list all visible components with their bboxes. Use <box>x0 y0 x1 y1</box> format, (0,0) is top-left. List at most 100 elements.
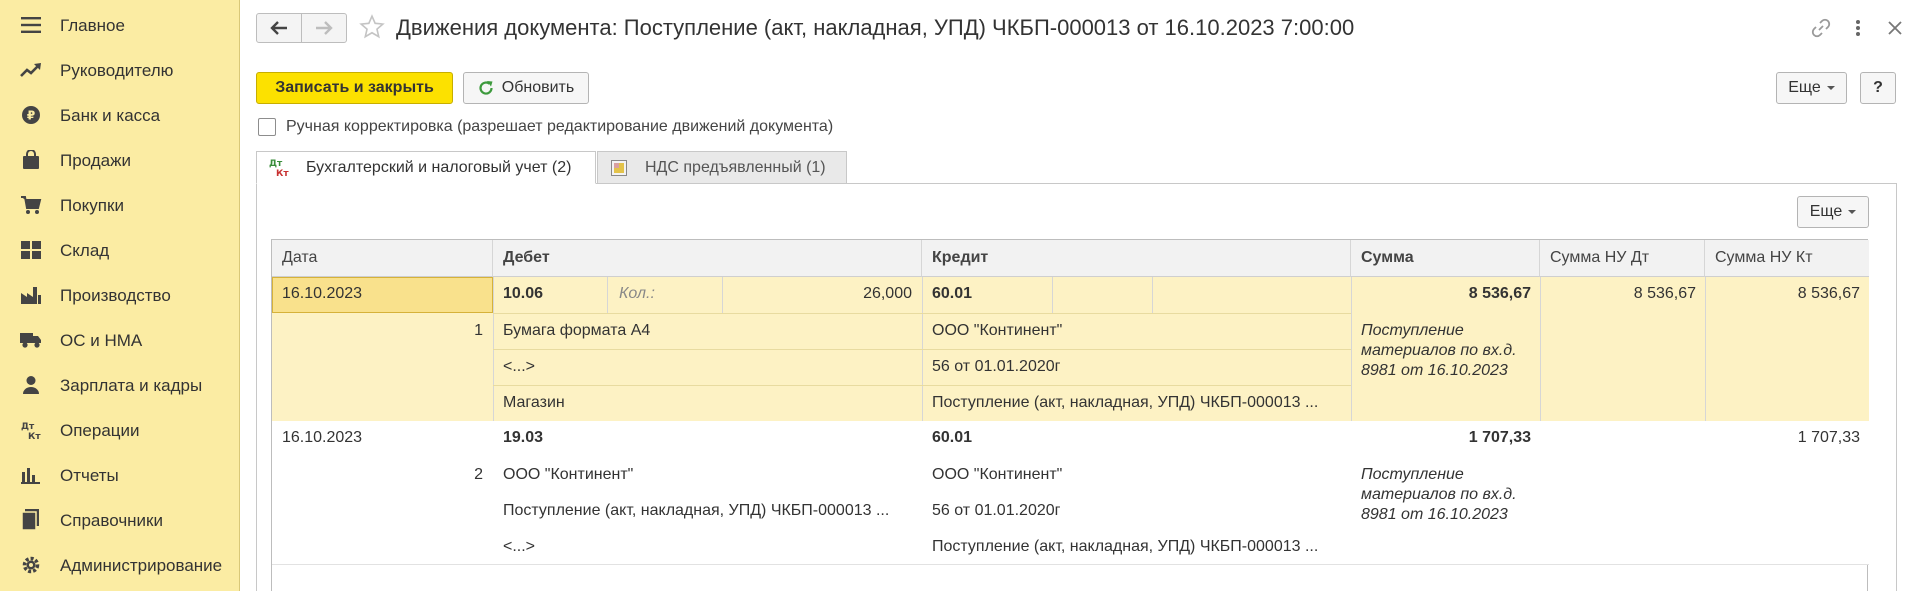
manual-correction-checkbox[interactable] <box>258 118 276 136</box>
dt-kt-icon: ДтКт <box>20 419 42 441</box>
refresh-button-label: Обновить <box>501 79 575 96</box>
sidebar-item-label: Склад <box>60 240 110 260</box>
table-row[interactable]: 16.10.2023 1 10.06 Кол.: 26,000 Бумага ф… <box>272 277 1869 421</box>
sidebar-item-production[interactable]: Производство <box>0 273 240 318</box>
sidebar-item-operations[interactable]: Дт Кт Операции <box>0 408 240 453</box>
tab-label: НДС предъявленный (1) <box>645 158 826 176</box>
forward-button[interactable] <box>301 13 347 43</box>
menu-icon <box>20 14 42 36</box>
sidebar-item-warehouse[interactable]: Склад <box>0 228 240 273</box>
credit-subconto-1: ООО "Континент" <box>932 322 1063 339</box>
sidebar-item-directories[interactable]: Справочники <box>0 498 240 543</box>
sidebar-item-label: Отчеты <box>60 465 119 485</box>
row-amount: 1 707,33 <box>1468 429 1531 446</box>
debit-account: 10.06 <box>503 285 544 302</box>
row-nu-kt: 1 707,33 <box>1797 429 1860 446</box>
table-more-label: Еще <box>1809 203 1843 220</box>
books-icon <box>20 509 42 531</box>
more-actions-button[interactable]: Еще <box>1776 72 1847 104</box>
more-vertical-icon[interactable] <box>1846 16 1870 40</box>
qty-value: 26,000 <box>863 285 912 302</box>
cart-icon <box>20 194 42 216</box>
bar-chart-icon <box>20 464 42 486</box>
svg-text:Кт: Кт <box>28 432 41 440</box>
debit-subconto-2: <...> <box>503 358 536 375</box>
credit-subconto-3: Поступление (акт, накладная, УПД) ЧКБП-0… <box>932 538 1319 555</box>
table-row[interactable]: 16.10.2023 2 19.03 ООО "Континент" Посту… <box>272 421 1869 565</box>
table-more-button[interactable]: Еще <box>1797 196 1869 228</box>
debit-subconto-3: Магазин <box>503 394 565 411</box>
column-header-nu-kt[interactable]: Сумма НУ Кт <box>1705 240 1869 277</box>
sidebar-item-label: Банк и касса <box>60 105 161 125</box>
page-title: Движения документа: Поступление (акт, на… <box>396 15 1355 40</box>
credit-subconto-2: 56 от 01.01.2020г <box>932 502 1061 519</box>
debit-account: 19.03 <box>503 429 544 446</box>
help-button[interactable]: ? <box>1860 72 1896 104</box>
column-header-date[interactable]: Дата <box>272 240 493 277</box>
truck-icon <box>20 329 42 351</box>
sidebar-item-sales[interactable]: Продажи <box>0 138 240 183</box>
svg-text:Дт: Дт <box>21 422 35 432</box>
tab-accounting[interactable]: Дт Кт Бухгалтерский и налоговый учет (2) <box>256 151 596 184</box>
debit-subconto-2: Поступление (акт, накладная, УПД) ЧКБП-0… <box>503 502 890 519</box>
person-icon <box>20 374 42 396</box>
column-header-nu-dt[interactable]: Сумма НУ Дт <box>1540 240 1705 277</box>
debit-subconto-3: <...> <box>503 538 536 555</box>
sidebar-item-label: Зарплата и кадры <box>60 375 203 395</box>
window-titlebar: Движения документа: Поступление (акт, на… <box>241 0 1920 58</box>
favorite-star-icon[interactable] <box>359 14 385 45</box>
refresh-icon <box>479 81 493 95</box>
sidebar-item-administration[interactable]: Администрирование <box>0 543 240 588</box>
sidebar-item-label: Производство <box>60 285 171 305</box>
link-icon[interactable] <box>1809 16 1833 40</box>
credit-account: 60.01 <box>932 285 973 302</box>
row-number: 1 <box>474 322 483 339</box>
more-actions-label: Еще <box>1788 79 1821 96</box>
credit-account: 60.01 <box>932 429 973 446</box>
row-date: 16.10.2023 <box>282 429 363 446</box>
sidebar-item-hr[interactable]: Зарплата и кадры <box>0 363 240 408</box>
sidebar-item-label: Руководителю <box>60 60 174 80</box>
warehouse-icon <box>20 239 42 261</box>
sidebar-item-purchases[interactable]: Покупки <box>0 183 240 228</box>
arrow-right-icon <box>316 21 333 35</box>
row-nu-dt: 8 536,67 <box>1633 285 1696 302</box>
row-amount: 8 536,67 <box>1468 285 1531 302</box>
credit-subconto-1: ООО "Континент" <box>932 466 1063 483</box>
column-header-debit[interactable]: Дебет <box>493 240 922 277</box>
row-date: 16.10.2023 <box>282 285 363 302</box>
sidebar-item-management[interactable]: Руководителю <box>0 48 240 93</box>
row-content: Поступление материалов по вх.д. 8981 от … <box>1361 466 1517 523</box>
debit-subconto-1: ООО "Континент" <box>503 466 634 483</box>
postings-table[interactable]: Дата Дебет Кредит Сумма Сумма НУ Дт Сумм… <box>271 239 1869 591</box>
dt-kt-icon: ДтКт <box>269 159 289 179</box>
sidebar-item-bank[interactable]: ₽ Банк и касса <box>0 93 240 138</box>
sidebar-item-reports[interactable]: Отчеты <box>0 453 240 498</box>
trend-icon <box>20 59 42 81</box>
gear-icon <box>20 554 42 576</box>
tab-vat[interactable]: НДС предъявленный (1) <box>597 151 847 184</box>
sidebar-item-label: Покупки <box>60 195 124 215</box>
manual-correction-row[interactable]: Ручная корректировка (разрешает редактир… <box>258 116 833 138</box>
svg-text:₽: ₽ <box>27 109 35 123</box>
app-window: Главное Руководителю ₽ Банк и касса Прод… <box>0 0 1920 591</box>
close-icon[interactable] <box>1883 16 1907 40</box>
sidebar-item-label: Главное <box>60 15 125 35</box>
row-content: Поступление материалов по вх.д. 8981 от … <box>1361 322 1517 379</box>
credit-subconto-2: 56 от 01.01.2020г <box>932 358 1061 375</box>
ruble-icon: ₽ <box>20 104 42 126</box>
column-header-amount[interactable]: Сумма <box>1351 240 1540 277</box>
credit-subconto-3: Поступление (акт, накладная, УПД) ЧКБП-0… <box>932 394 1319 411</box>
qty-label: Кол.: <box>619 285 655 302</box>
sidebar-item-main[interactable]: Главное <box>0 3 240 48</box>
back-button[interactable] <box>256 13 302 43</box>
row-number: 2 <box>474 466 483 483</box>
sidebar: Главное Руководителю ₽ Банк и касса Прод… <box>0 0 240 591</box>
chevron-down-icon <box>1848 210 1857 214</box>
bag-icon <box>20 149 42 171</box>
refresh-button[interactable]: Обновить <box>463 72 589 104</box>
sidebar-item-fixed-assets[interactable]: ОС и НМА <box>0 318 240 363</box>
svg-text:Кт: Кт <box>276 169 289 179</box>
column-header-credit[interactable]: Кредит <box>922 240 1351 277</box>
save-and-close-button[interactable]: Записать и закрыть <box>256 72 453 104</box>
